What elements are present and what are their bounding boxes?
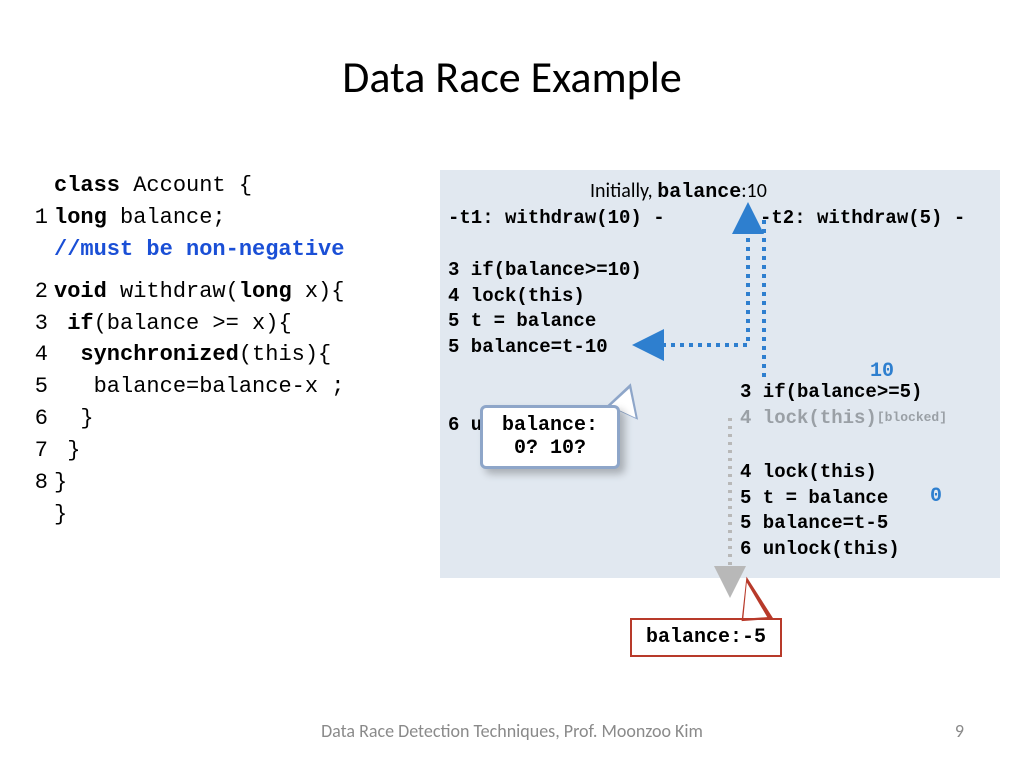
page-number: 9 <box>955 720 964 742</box>
balance-callout: balance: 0? 10? <box>480 405 620 469</box>
code-text: Account { <box>120 173 252 198</box>
code-text: x){ <box>292 279 345 304</box>
init-suffix: :10 <box>741 179 767 203</box>
kw-void: void <box>54 279 107 304</box>
balance-result-box: balance:-5 <box>630 618 782 657</box>
lineno: 2 <box>30 276 48 308</box>
trace-line: 5 t = balance <box>448 309 642 335</box>
kw-if: if <box>67 311 93 336</box>
kw-sync: synchronized <box>80 342 238 367</box>
kw-long2: long <box>239 279 292 304</box>
trace-line: 3 if(balance>=5) <box>740 380 947 406</box>
code-text: } <box>54 470 67 495</box>
code-listing: class Account { 1long balance; //must be… <box>30 170 344 531</box>
initial-label: Initially, balance:10 <box>590 178 767 206</box>
init-bal: balance <box>657 181 741 204</box>
trace-line: 5 balance=t-5 <box>740 511 900 537</box>
trace-line-blocked: 4 lock(this)[blocked] <box>740 406 947 432</box>
lineno: 6 <box>30 403 48 435</box>
trace-line: 4 lock(this) <box>448 284 642 310</box>
kw-class: class <box>54 173 120 198</box>
slide: Data Race Example class Account { 1long … <box>0 0 1024 768</box>
lineno: 3 <box>30 308 48 340</box>
trace-line: 3 if(balance>=10) <box>448 258 642 284</box>
code-text: balance=balance-x ; <box>94 374 345 399</box>
code-text: } <box>54 502 67 527</box>
slide-title: Data Race Example <box>0 0 1024 104</box>
lineno: 7 <box>30 435 48 467</box>
thread2-header: -t2: withdraw(5) - <box>760 206 965 232</box>
callout-line1: balance: <box>497 414 603 437</box>
code-text: (balance >= x){ <box>94 311 292 336</box>
code-text: } <box>67 438 80 463</box>
code-text: withdraw( <box>107 279 239 304</box>
code-text: (this){ <box>239 342 331 367</box>
kw-long: long <box>54 205 107 230</box>
execution-panel: Initially, balance:10 -t1: withdraw(10) … <box>440 170 1000 578</box>
annotation-10: 10 <box>870 358 894 385</box>
trace-line: 4 lock(this) <box>740 460 900 486</box>
trace-line: 5 t = balance <box>740 486 900 512</box>
red-callout-tail-inner-icon <box>741 581 767 619</box>
lineno: 1 <box>30 202 48 234</box>
blocked-tag: [blocked] <box>877 410 947 425</box>
callout-line2: 0? 10? <box>497 437 603 460</box>
lineno: 8 <box>30 467 48 499</box>
lineno: 4 <box>30 339 48 371</box>
annotation-0: 0 <box>930 483 942 510</box>
thread2-block-bottom: 4 lock(this) 5 t = balance 5 balance=t-5… <box>740 460 900 563</box>
thread1-header: -t1: withdraw(10) - <box>448 206 665 232</box>
trace-line: 6 unlock(this) <box>740 537 900 563</box>
code-text: balance; <box>107 205 226 230</box>
trace-line: 5 balance=t-10 <box>448 335 642 361</box>
code-comment: //must be non-negative <box>54 237 344 262</box>
footer-text: Data Race Detection Techniques, Prof. Mo… <box>0 720 1024 742</box>
init-prefix: Initially, <box>590 179 657 203</box>
thread2-block-top: 3 if(balance>=5) 4 lock(this)[blocked] <box>740 380 947 431</box>
lineno: 5 <box>30 371 48 403</box>
code-text: } <box>80 406 93 431</box>
